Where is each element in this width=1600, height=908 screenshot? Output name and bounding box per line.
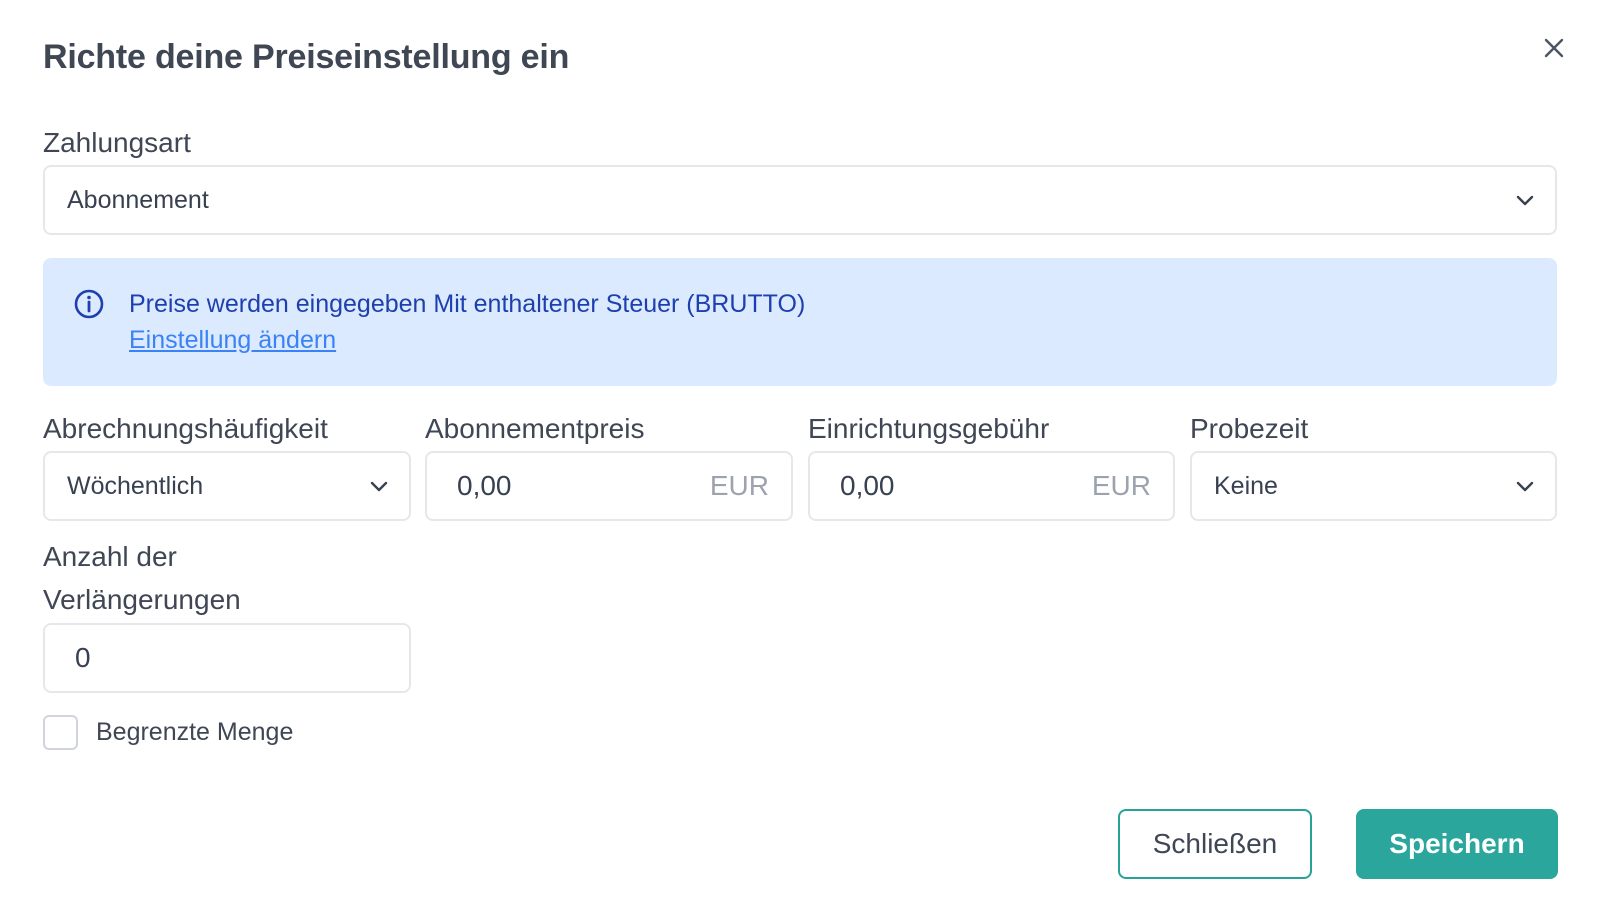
info-icon <box>74 289 104 319</box>
tax-info-text: Preise werden eingegeben Mit enthaltener… <box>129 290 806 318</box>
pricing-dialog: Richte deine Preiseinstellung ein Zahlun… <box>0 0 1600 908</box>
change-setting-link[interactable]: Einstellung ändern <box>129 326 336 355</box>
chevron-down-icon <box>370 481 388 492</box>
payment-type-select[interactable]: Abonnement <box>43 165 1557 235</box>
close-icon <box>1544 38 1564 58</box>
billing-frequency-label: Abrechnungshäufigkeit <box>43 413 328 444</box>
tax-info-banner: Preise werden eingegeben Mit enthaltener… <box>43 258 1557 386</box>
limited-quantity-checkbox[interactable] <box>43 715 78 750</box>
dialog-title: Richte deine Preiseinstellung ein <box>43 38 570 76</box>
currency-suffix: EUR <box>709 470 769 501</box>
renewals-value: 0 <box>75 642 91 673</box>
renewals-label-line2: Verlängerungen <box>43 584 241 615</box>
close-button[interactable] <box>1536 30 1572 66</box>
subscription-price-value: 0,00 <box>457 470 512 501</box>
setup-fee-label: Einrichtungsgebühr <box>808 413 1050 444</box>
trial-period-value: Keine <box>1214 471 1278 500</box>
subscription-price-label: Abonnementpreis <box>425 413 645 444</box>
subscription-price-input[interactable]: 0,00 EUR <box>425 451 793 521</box>
setup-fee-input[interactable]: 0,00 EUR <box>808 451 1175 521</box>
chevron-down-icon <box>1516 195 1534 206</box>
chevron-down-icon <box>1516 481 1534 492</box>
billing-frequency-value: Wöchentlich <box>67 471 204 500</box>
trial-period-label: Probezeit <box>1190 413 1309 444</box>
billing-frequency-select[interactable]: Wöchentlich <box>43 451 411 521</box>
limited-quantity-label: Begrenzte Menge <box>96 718 294 746</box>
currency-suffix: EUR <box>1091 470 1151 501</box>
payment-type-label: Zahlungsart <box>43 127 191 158</box>
setup-fee-value: 0,00 <box>840 470 895 501</box>
payment-type-value: Abonnement <box>67 185 209 214</box>
close-dialog-button[interactable]: Schließen <box>1118 809 1312 879</box>
trial-period-select[interactable]: Keine <box>1190 451 1557 521</box>
renewals-label-line1: Anzahl der <box>43 541 177 572</box>
save-button[interactable]: Speichern <box>1356 809 1558 879</box>
renewals-input[interactable]: 0 <box>43 623 411 693</box>
